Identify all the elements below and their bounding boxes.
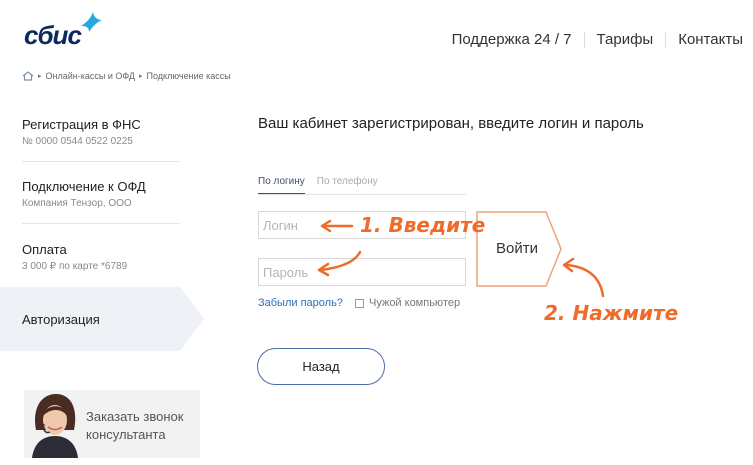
- step-title: Подключение к ОФД: [22, 179, 146, 194]
- step-authorization-active: Авторизация: [0, 287, 205, 351]
- tab-by-login[interactable]: По логину: [258, 176, 305, 195]
- back-button[interactable]: Назад: [257, 348, 385, 385]
- logo-text: сбис: [24, 20, 82, 50]
- step-subtitle: № 0000 0544 0522 0225: [22, 136, 133, 147]
- step-divider: [22, 223, 180, 224]
- nav-contacts[interactable]: Контакты: [666, 31, 743, 48]
- step-ofd-connection: Подключение к ОФД Компания Тензор, ООО: [22, 179, 182, 209]
- bird-icon: [81, 12, 102, 32]
- step-fns-registration: Регистрация в ФНС № 0000 0544 0522 0225: [22, 117, 182, 147]
- forgot-password-link[interactable]: Забыли пароль?: [258, 297, 343, 309]
- home-icon[interactable]: [22, 71, 34, 81]
- checkbox-box[interactable]: [355, 298, 364, 308]
- annotation-step2: 2. Нажмите: [544, 301, 679, 325]
- breadcrumb-item-kassa-connection[interactable]: Подключение кассы: [147, 71, 231, 81]
- step-title: Регистрация в ФНС: [22, 117, 141, 132]
- step-subtitle: 3 000 ₽ по карте *6789: [22, 261, 128, 272]
- auth-tabs: По логину По телефону: [258, 176, 390, 195]
- nav-support[interactable]: Поддержка 24 / 7: [440, 31, 584, 48]
- step-payment: Оплата 3 000 ₽ по карте *6789: [22, 242, 182, 272]
- step-title: Оплата: [22, 242, 67, 257]
- consultant-avatar: [32, 394, 78, 458]
- step-subtitle: Компания Тензор, ООО: [22, 198, 132, 209]
- login-button-label: Войти: [496, 240, 538, 257]
- callback-request[interactable]: Заказать звонок консультанта: [24, 390, 200, 458]
- foreign-computer-checkbox[interactable]: Чужой компьютер: [355, 297, 460, 309]
- breadcrumb-arrow-icon: ▸: [38, 73, 42, 80]
- tabs-divider: [258, 194, 466, 195]
- sbis-logo[interactable]: сбис: [24, 12, 114, 50]
- foreign-computer-label: Чужой компьютер: [369, 297, 461, 309]
- password-input[interactable]: [258, 258, 466, 286]
- step-divider: [22, 161, 180, 162]
- breadcrumb-item-online-kassy[interactable]: Онлайн-кассы и ОФД: [46, 71, 136, 81]
- breadcrumb-arrow-icon: ▸: [139, 73, 143, 80]
- step-title: Авторизация: [22, 312, 100, 327]
- page-title: Ваш кабинет зарегистрирован, введите лог…: [258, 115, 644, 132]
- annotation-step1: 1. Введите: [360, 213, 486, 237]
- login-button[interactable]: Войти: [476, 211, 562, 287]
- nav-tariffs[interactable]: Тарифы: [585, 31, 666, 48]
- tab-by-phone[interactable]: По телефону: [317, 176, 378, 195]
- callback-line1: Заказать звонок: [86, 409, 184, 424]
- top-navigation: Поддержка 24 / 7 Тарифы Контакты: [440, 31, 743, 48]
- annotation-arrow-button: [563, 263, 605, 298]
- breadcrumb: ▸ Онлайн-кассы и ОФД ▸ Подключение кассы: [22, 71, 231, 81]
- callback-line2: консультанта: [86, 427, 166, 442]
